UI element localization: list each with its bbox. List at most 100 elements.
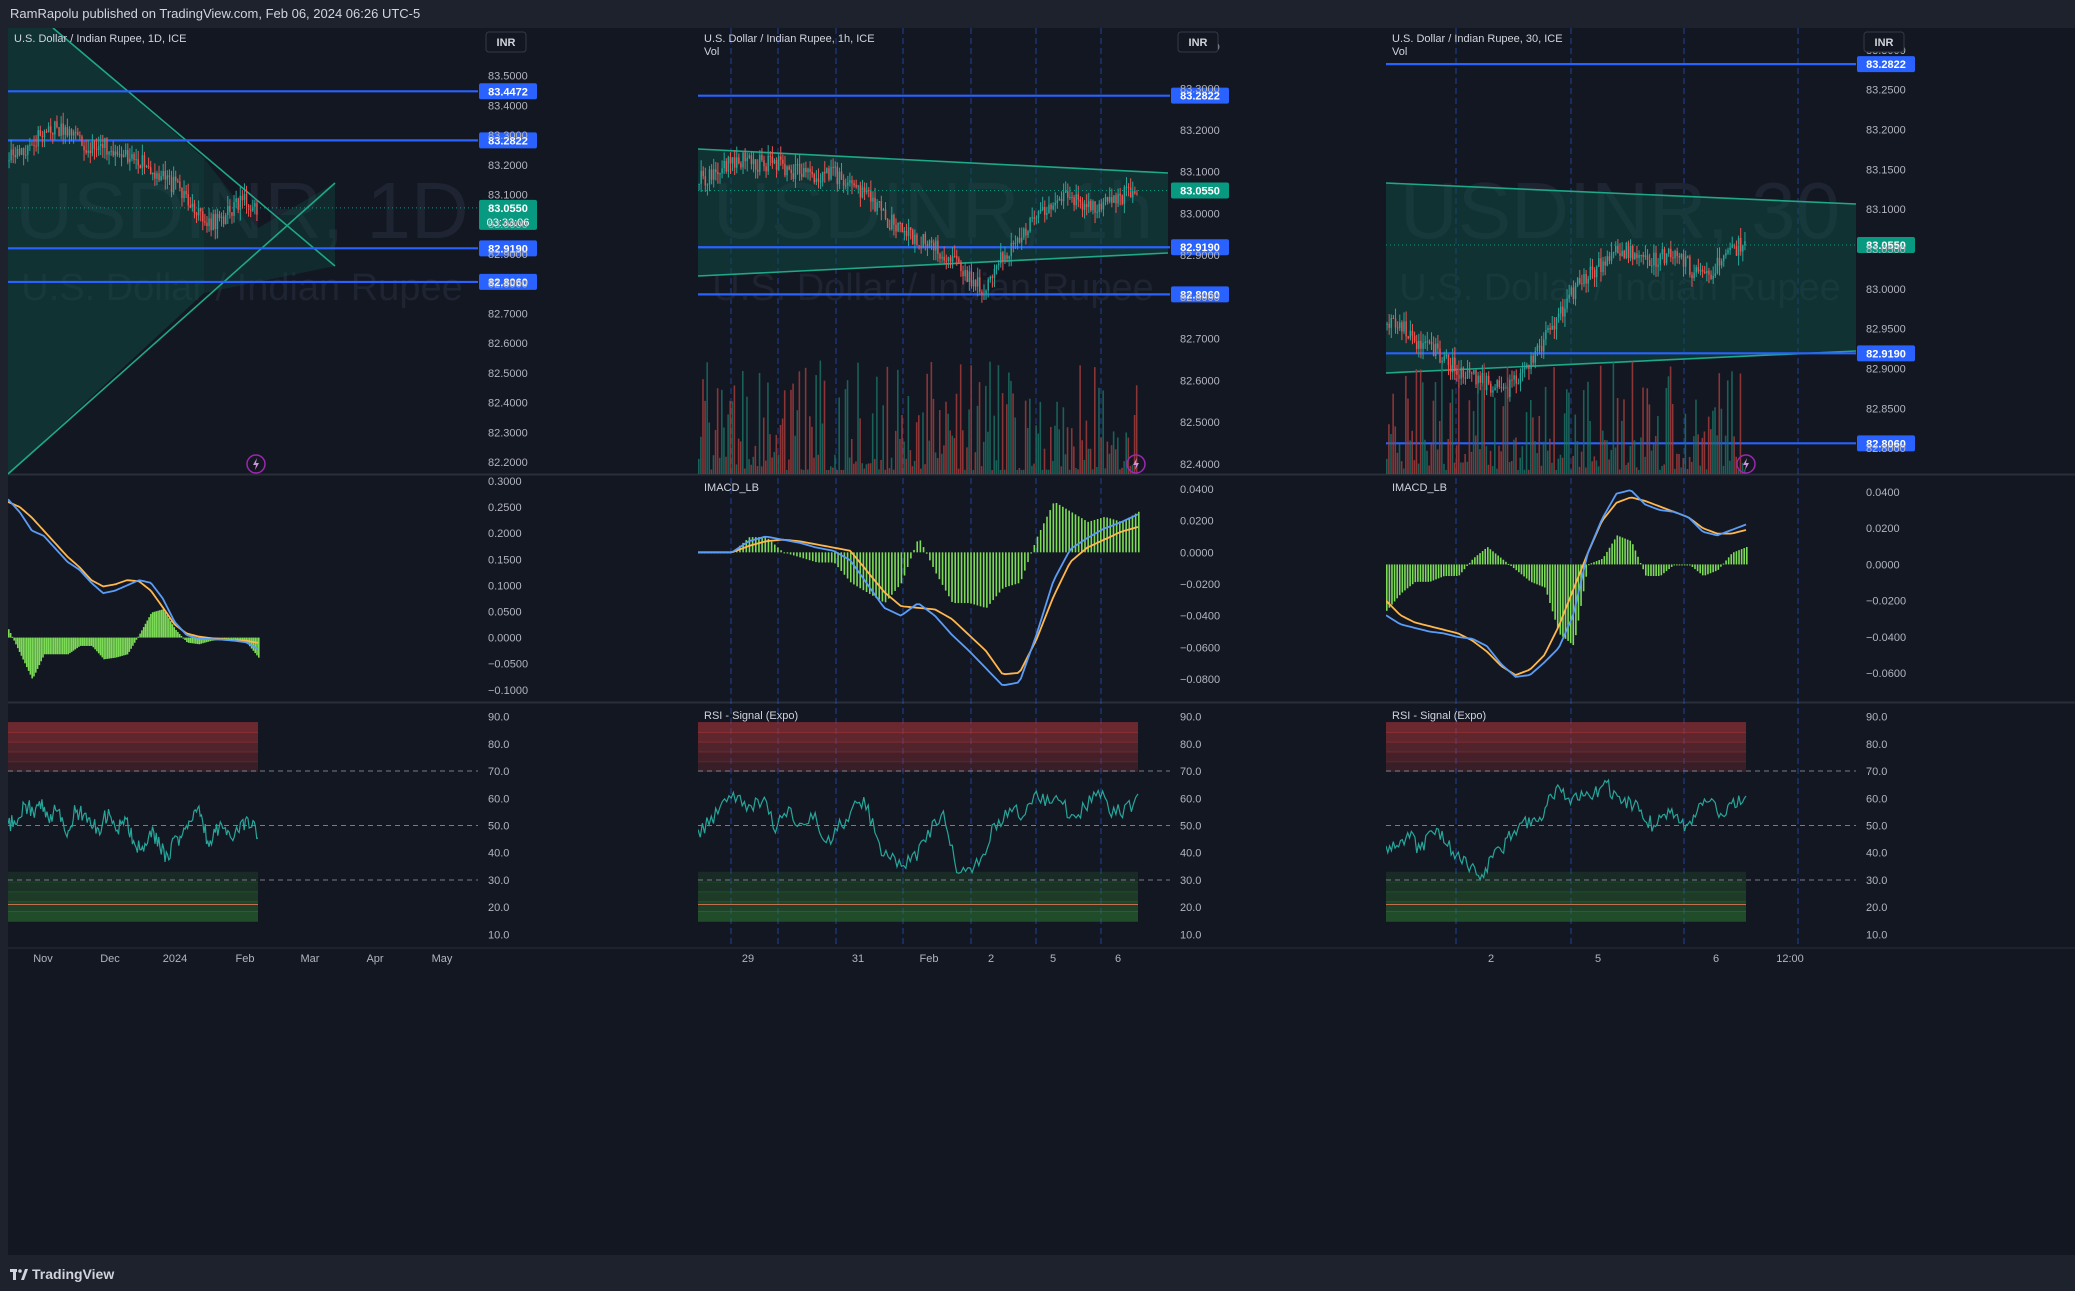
currency-button[interactable]: INR	[1863, 31, 1905, 53]
tradingview-brand[interactable]: TradingView	[10, 1266, 114, 1282]
volume-bar	[1714, 407, 1716, 474]
candle-body	[1424, 341, 1426, 344]
macd-histogram-bar	[137, 636, 140, 638]
candle-body	[108, 151, 110, 155]
macd-histogram-bar	[1106, 517, 1108, 553]
volume-bar	[1083, 459, 1086, 474]
volume-bar	[941, 453, 943, 474]
price-axis-tick: 83.1000	[488, 190, 528, 202]
triangle-fill	[1386, 183, 1856, 373]
volume-bar	[838, 397, 840, 474]
volume-bar	[1472, 411, 1475, 474]
candle-body	[899, 223, 901, 225]
currency-button[interactable]: INR	[485, 31, 527, 53]
macd-histogram-bar	[1606, 551, 1608, 565]
candle-body	[143, 155, 146, 167]
currency-button[interactable]: INR	[1177, 31, 1219, 53]
volume-bar	[1394, 426, 1397, 474]
overbought-band	[1386, 741, 1746, 753]
candle-body	[133, 154, 135, 160]
macd-axis-tick: −0.0600	[1180, 642, 1220, 654]
chart-panel-1d[interactable]: USDINR, 1D U.S. Dollar / Indian Rupee 83.4…	[8, 28, 698, 1255]
volume-bar	[842, 469, 845, 474]
macd-axis-tick: −0.0200	[1866, 596, 1906, 608]
candle-body	[1699, 269, 1702, 272]
candle-body	[206, 222, 208, 227]
macd-histogram-bar	[1735, 551, 1738, 565]
footer: TradingView	[0, 1258, 2075, 1291]
candle-body	[1439, 348, 1441, 363]
rsi-axis-tick: 80.0	[488, 739, 509, 751]
candle-body	[962, 271, 964, 277]
candle-body	[1712, 275, 1714, 280]
volume-bar	[1553, 367, 1555, 474]
candle-body	[979, 277, 981, 292]
volume-bar	[855, 461, 857, 474]
candle-body	[935, 240, 937, 251]
candle-body	[922, 233, 924, 248]
volume-bar	[1006, 404, 1008, 474]
candle-body	[702, 170, 704, 177]
price-axis-tick: 82.9000	[488, 249, 528, 261]
macd-histogram-bar	[1492, 551, 1494, 565]
volume-bar	[920, 468, 922, 474]
macd-histogram-bar	[1494, 553, 1497, 565]
macd-histogram-bar	[1046, 516, 1048, 553]
macd-histogram-bar	[948, 552, 950, 597]
candle-body	[1037, 211, 1040, 218]
volume-bar	[982, 441, 985, 474]
lightning-icon[interactable]	[246, 454, 266, 474]
candle-body	[1100, 203, 1103, 210]
candle-body	[838, 171, 841, 185]
candle-body	[1549, 328, 1551, 330]
macd-histogram-bar	[133, 637, 136, 643]
volume-bar	[1527, 469, 1530, 474]
candle-body	[1020, 237, 1023, 243]
rsi-axis-tick: 90.0	[1866, 712, 1887, 724]
volume-label: Vol	[704, 46, 719, 58]
macd-histogram-bar	[1689, 564, 1691, 566]
candle-body	[1060, 198, 1063, 202]
chart-svg-30m[interactable]: USDINR, 30U.S. Dollar / Indian Rupee83.2…	[1386, 28, 2075, 1255]
macd-histogram-bar	[1442, 564, 1445, 577]
volume-bar	[706, 362, 708, 474]
chart-panel-1h[interactable]: USDINR, 1hU.S. Dollar / Indian Rupee83.2…	[698, 28, 1388, 1255]
volume-bar	[708, 422, 711, 474]
candle-body	[145, 166, 148, 168]
price-axis-tick: 82.7000	[488, 308, 528, 320]
macd-histogram-bar	[1115, 520, 1118, 553]
macd-histogram-bar	[1005, 552, 1007, 588]
candle-body	[70, 129, 73, 136]
candle-body	[746, 157, 748, 162]
macd-histogram-bar	[79, 637, 82, 646]
candle-body	[1557, 313, 1560, 318]
candle-body	[960, 261, 962, 272]
candle-body	[185, 191, 187, 195]
volume-bar	[788, 459, 790, 474]
candle-body	[1014, 242, 1017, 244]
publisher-header: RamRapolu published on TradingView.com, …	[0, 0, 2075, 28]
volume-bar	[815, 375, 817, 474]
macd-histogram-bar	[954, 552, 957, 604]
overbought-band	[8, 741, 258, 753]
chart-panel-30m[interactable]: USDINR, 30U.S. Dollar / Indian Rupee83.2…	[1386, 28, 2075, 1255]
candle-body	[254, 203, 256, 207]
candle-body	[1693, 272, 1695, 279]
price-axis-tick: 83.5000	[488, 71, 528, 83]
candle-body	[229, 206, 231, 213]
candle-body	[12, 149, 14, 155]
macd-histogram-bar	[1466, 564, 1468, 567]
macd-histogram-bar	[1608, 547, 1611, 565]
candle-body	[1551, 325, 1553, 330]
macd-histogram-bar	[1027, 552, 1029, 563]
volume-bar	[1079, 365, 1081, 474]
volume-bar	[1646, 388, 1649, 474]
volume-bar	[1068, 469, 1071, 474]
rsi-axis-tick: 30.0	[1180, 875, 1201, 887]
symbol-title: U.S. Dollar / Indian Rupee, 1h, ICE	[704, 33, 875, 45]
macd-histogram-bar	[777, 547, 779, 553]
candle-body	[191, 203, 194, 208]
volume-bar	[1604, 439, 1606, 474]
chart-svg-1h[interactable]: USDINR, 1hU.S. Dollar / Indian Rupee83.2…	[698, 28, 1388, 1255]
chart-svg-1d[interactable]: USDINR, 1DU.S. Dollar / Indian Rupee83.4…	[8, 28, 698, 1255]
